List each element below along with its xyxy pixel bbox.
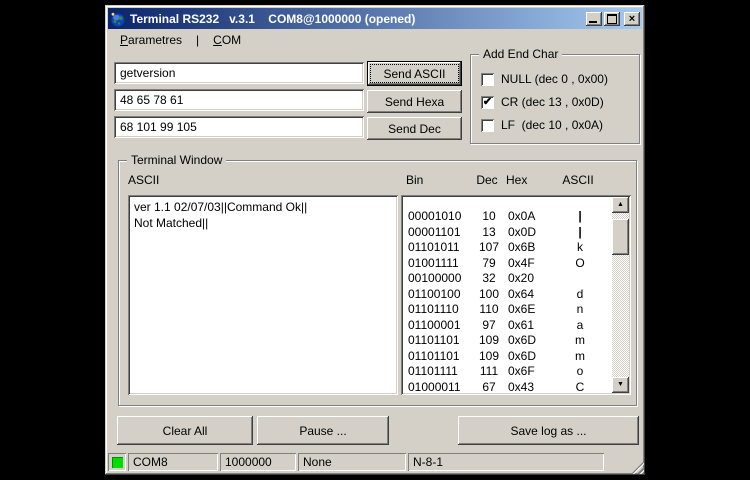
connection-led-panel (108, 453, 126, 471)
end-char-option[interactable]: LF (dec 10 , 0x0A) (481, 118, 603, 132)
hex-table-rows: 00001010100x0A|00001101130x0D|0110101110… (403, 197, 612, 393)
title-bar[interactable]: Terminal RS232 v.3.1 COM8@1000000 (opene… (108, 8, 642, 29)
table-row[interactable]: 011011011090x6Dm (408, 349, 612, 365)
ascii-input[interactable] (114, 62, 364, 84)
header-bin: Bin (406, 173, 472, 187)
table-row[interactable]: 011011011090x6Dm (408, 333, 612, 349)
save-log-button[interactable]: Save log as ... (458, 416, 639, 445)
end-char-option[interactable]: NULL (dec 0 , 0x00) (481, 72, 608, 86)
status-bar: COM8 1000000 None N-8-1 (108, 452, 642, 472)
header-hex: Hex (506, 173, 558, 187)
add-end-char-title: Add End Char (479, 47, 562, 61)
desktop: Terminal RS232 v.3.1 COM8@1000000 (opene… (0, 0, 750, 480)
header-ascii: ASCII (558, 173, 598, 187)
table-row[interactable]: 01000011670x43C (408, 380, 612, 394)
terminal-window-title: Terminal Window (127, 153, 226, 167)
pause-button[interactable]: Pause ... (257, 416, 389, 445)
table-row[interactable]: 011011101100x6En (408, 302, 612, 318)
table-row[interactable]: 011001001000x64d (408, 287, 612, 303)
status-port: COM8 (128, 453, 218, 471)
menu-item-com[interactable]: COM (213, 33, 241, 47)
close-button[interactable]: × (624, 12, 640, 26)
send-dec-button[interactable]: Send Dec (367, 117, 462, 140)
table-row[interactable]: 00100000320x20 (408, 271, 612, 287)
table-row[interactable]: 00001101130x0D| (408, 225, 612, 241)
header-dec: Dec (472, 173, 502, 187)
end-char-option[interactable]: ✔ CR (dec 13 , 0x0D) (481, 95, 604, 109)
hex-table-headers: Bin Dec Hex ASCII (401, 173, 612, 187)
minimize-button[interactable] (586, 12, 602, 26)
checkbox-label: NULL (dec 0 , 0x00) (501, 72, 608, 86)
checkbox-checked-icon[interactable]: ✔ (481, 96, 494, 109)
table-row[interactable]: 01100001970x61a (408, 318, 612, 334)
scroll-up-button[interactable]: ▲ (612, 197, 629, 213)
globe-app-icon (110, 11, 126, 27)
maximize-button[interactable] (604, 12, 620, 26)
scrollbar-thumb[interactable] (612, 219, 629, 255)
terminal-window-group: Terminal Window ASCII ver 1.1 02/07/03||… (118, 160, 637, 406)
minimize-icon (589, 21, 597, 23)
scroll-down-icon: ▼ (617, 381, 624, 388)
dec-input[interactable] (114, 116, 364, 138)
table-row[interactable]: 01001111790x4FO (408, 256, 612, 272)
menu-separator: | (196, 33, 199, 47)
table-row[interactable]: 011010111070x6Bk (408, 240, 612, 256)
status-handshake: None (298, 453, 406, 471)
window-title: Terminal RS232 v.3.1 COM8@1000000 (opene… (130, 12, 584, 26)
terminal-rs232-window: Terminal RS232 v.3.1 COM8@1000000 (opene… (105, 5, 645, 475)
scroll-up-icon: ▲ (617, 201, 624, 208)
table-row[interactable]: 011011111110x6Fo (408, 364, 612, 380)
send-ascii-button[interactable]: Send ASCII (367, 61, 462, 86)
checkbox-label: LF (dec 10 , 0x0A) (501, 118, 603, 132)
status-format: N-8-1 (408, 453, 604, 471)
status-baud: 1000000 (220, 453, 296, 471)
hexa-input[interactable] (114, 89, 364, 111)
hex-listbox[interactable]: 00001010100x0A|00001101130x0D|0110101110… (401, 195, 631, 395)
table-row[interactable]: 00001010100x0A| (408, 209, 612, 225)
ascii-pane-label: ASCII (128, 173, 159, 187)
menu-item-parametres[interactable]: Parametres (120, 33, 182, 47)
checkbox-icon[interactable] (481, 119, 494, 132)
clear-all-button[interactable]: Clear All (117, 416, 253, 445)
ascii-terminal[interactable]: ver 1.1 02/07/03||Command Ok|| Not Match… (128, 195, 398, 395)
add-end-char-group: Add End Char NULL (dec 0 , 0x00)✔CR (dec… (470, 54, 640, 144)
vertical-scrollbar[interactable]: ▲ ▼ (612, 197, 629, 393)
checkbox-label: CR (dec 13 , 0x0D) (501, 95, 604, 109)
send-hexa-button[interactable]: Send Hexa (367, 90, 462, 113)
maximize-icon (607, 14, 617, 24)
checkbox-icon[interactable] (481, 73, 494, 86)
scroll-down-button[interactable]: ▼ (612, 377, 629, 393)
close-icon: × (629, 14, 635, 24)
status-led (112, 457, 123, 468)
